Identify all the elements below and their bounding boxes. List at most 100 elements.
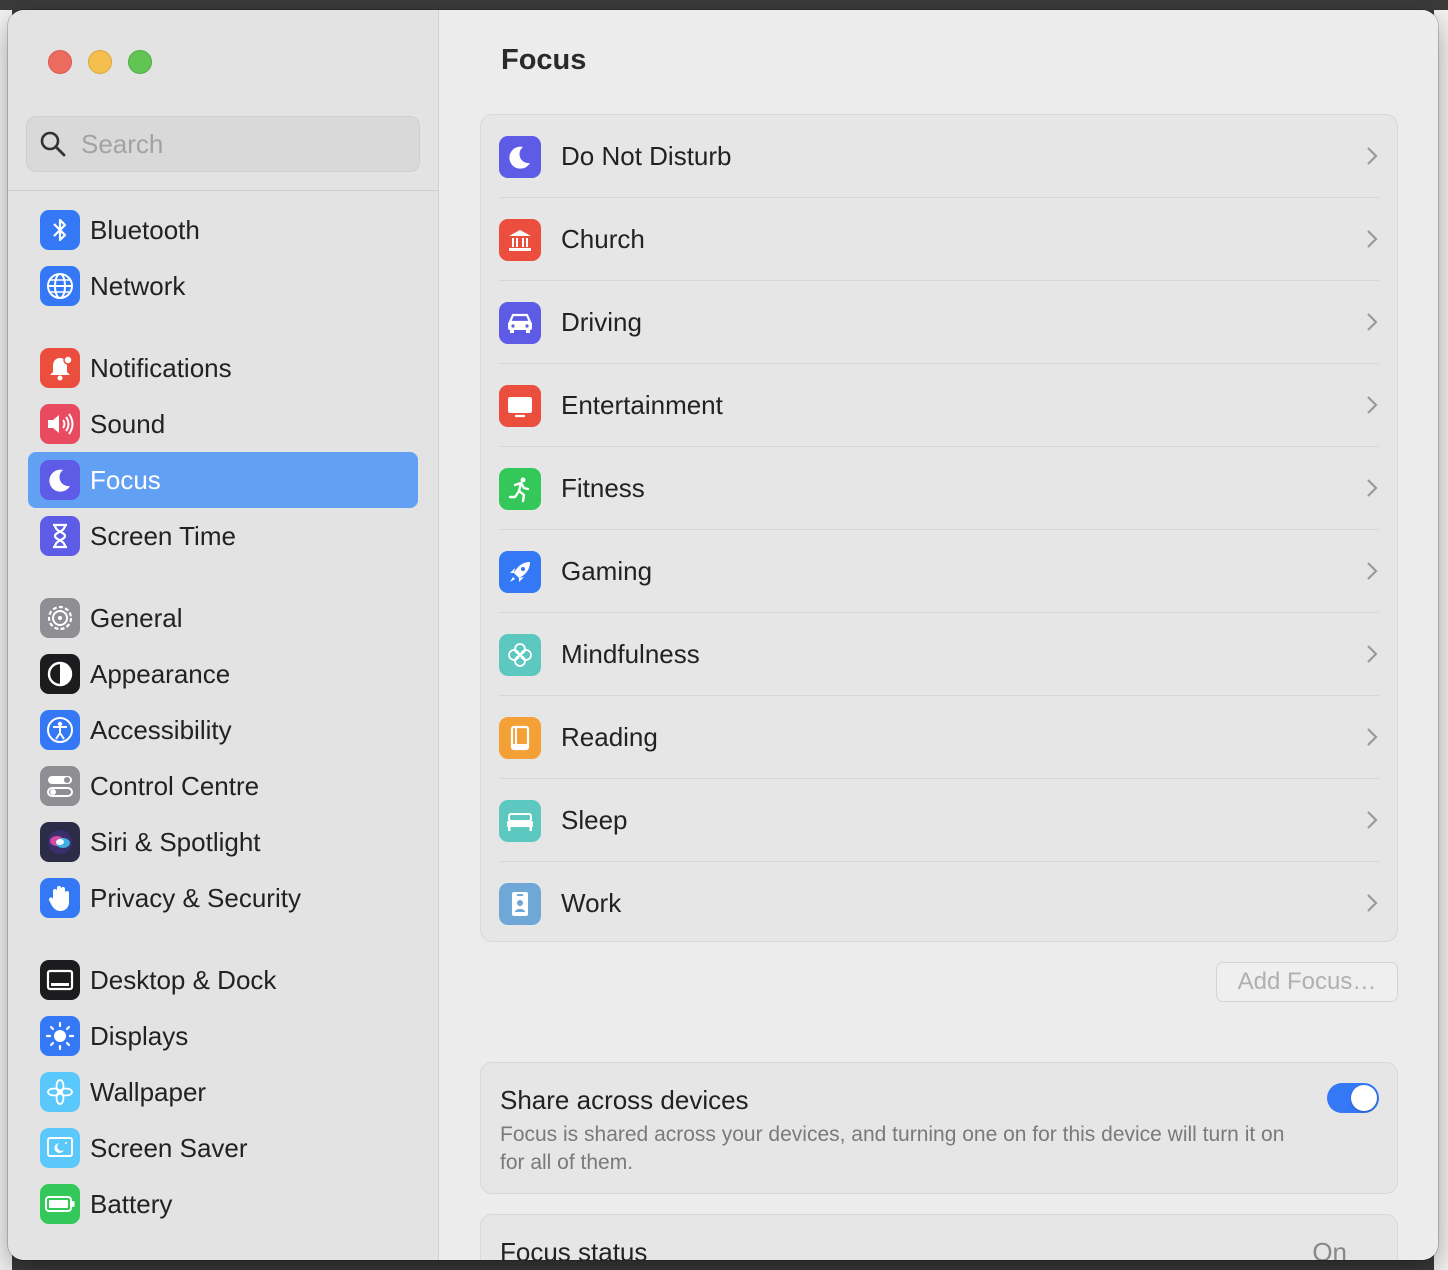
chevron-right-icon (1367, 894, 1378, 912)
building-columns-icon (499, 218, 541, 261)
focus-item-label: Fitness (561, 473, 645, 503)
focus-item-driving[interactable]: Driving (499, 281, 1379, 364)
main-pane: Focus Do Not Disturb Church Driving Ente… (440, 10, 1438, 1260)
gear-icon (40, 598, 80, 638)
sidebar-item-desktop-dock[interactable]: Desktop & Dock (28, 952, 418, 1008)
accessibility-icon (40, 710, 80, 750)
focus-status-value: On (1312, 1237, 1347, 1260)
focus-item-entertainment[interactable]: Entertainment (499, 364, 1379, 447)
search-field[interactable] (26, 116, 420, 172)
sidebar-item-label: Accessibility (90, 714, 232, 745)
focus-item-do-not-disturb[interactable]: Do Not Disturb (499, 115, 1379, 198)
running-icon (499, 467, 541, 510)
sidebar-item-label: General (90, 602, 183, 633)
share-across-devices-card: Share across devices Focus is shared acr… (480, 1062, 1398, 1194)
focus-item-gaming[interactable]: Gaming (499, 530, 1379, 613)
sidebar-item-privacy-security[interactable]: Privacy & Security (28, 870, 418, 926)
sidebar-item-label: Desktop & Dock (90, 964, 277, 995)
sidebar-item-label: Sound (90, 408, 166, 439)
appearance-icon (40, 654, 80, 694)
badge-icon (499, 882, 541, 925)
focus-item-label: Sleep (561, 805, 628, 835)
moon-icon (499, 135, 541, 178)
bluetooth-icon (40, 210, 80, 250)
sidebar-item-screen-saver[interactable]: Screen Saver (28, 1120, 418, 1176)
flower-icon (40, 1072, 80, 1112)
share-description: Focus is shared across your devices, and… (500, 1123, 1285, 1174)
focus-item-mindfulness[interactable]: Mindfulness (499, 613, 1379, 696)
rocket-icon (499, 550, 541, 593)
sidebar-item-notifications[interactable]: Notifications (28, 340, 418, 396)
speaker-icon (40, 404, 80, 444)
sidebar-item-appearance[interactable]: Appearance (28, 646, 418, 702)
dock-icon (40, 960, 80, 1000)
sidebar-item-screen-time[interactable]: Screen Time (28, 508, 418, 564)
settings-window: Bluetooth Network Notifications (8, 10, 1438, 1260)
add-focus-button[interactable]: Add Focus… (1216, 962, 1398, 1002)
sidebar-item-accessibility[interactable]: Accessibility (28, 702, 418, 758)
sidebar-item-displays[interactable]: Displays (28, 1008, 418, 1064)
page-title: Focus (501, 44, 587, 76)
focus-item-reading[interactable]: Reading (499, 696, 1379, 779)
minimize-button[interactable] (88, 50, 112, 74)
sidebar-item-sound[interactable]: Sound (28, 396, 418, 452)
chevron-right-icon (1367, 728, 1378, 746)
sidebar-item-network[interactable]: Network (28, 258, 418, 314)
sidebar-item-battery[interactable]: Battery (28, 1176, 418, 1232)
focus-item-sleep[interactable]: Sleep (499, 779, 1379, 862)
sidebar-item-bluetooth[interactable]: Bluetooth (28, 202, 418, 258)
focus-status-title: Focus status (500, 1237, 648, 1260)
focus-item-label: Church (561, 224, 645, 254)
flower-icon (499, 633, 541, 676)
chevron-right-icon (1367, 396, 1378, 414)
focus-item-label: Reading (561, 722, 658, 752)
screensaver-icon (40, 1128, 80, 1168)
sidebar-item-siri-spotlight[interactable]: Siri & Spotlight (28, 814, 418, 870)
sidebar-item-control-centre[interactable]: Control Centre (28, 758, 418, 814)
sidebar-item-label: Focus (90, 464, 161, 495)
focus-item-fitness[interactable]: Fitness (499, 447, 1379, 530)
sidebar-item-label: Screen Time (90, 520, 236, 551)
chevron-right-icon (1367, 147, 1378, 165)
close-button[interactable] (48, 50, 72, 74)
moon-icon (40, 460, 80, 500)
chevron-right-icon (1367, 479, 1378, 497)
sidebar-item-focus[interactable]: Focus (28, 452, 418, 508)
zoom-button[interactable] (128, 50, 152, 74)
focus-item-label: Driving (561, 307, 642, 337)
hourglass-icon (40, 516, 80, 556)
search-icon (40, 131, 66, 157)
sidebar-item-label: Appearance (90, 658, 231, 689)
siri-icon (40, 822, 80, 862)
focus-item-church[interactable]: Church (499, 198, 1379, 281)
sidebar-item-label: Wallpaper (90, 1076, 207, 1107)
focus-item-label: Gaming (561, 556, 653, 586)
share-title: Share across devices (500, 1085, 749, 1115)
focus-status-card[interactable]: Focus status On (480, 1214, 1398, 1260)
globe-icon (40, 266, 80, 306)
chevron-right-icon (1367, 562, 1378, 580)
sidebar-item-label: Siri & Spotlight (90, 826, 261, 857)
window-controls (48, 50, 152, 74)
focus-item-label: Entertainment (561, 390, 723, 420)
share-toggle[interactable] (1327, 1083, 1379, 1113)
search-input[interactable] (81, 128, 401, 160)
hand-icon (40, 878, 80, 918)
focus-list: Do Not Disturb Church Driving Entertainm… (480, 114, 1398, 942)
bell-icon (40, 348, 80, 388)
sidebar-item-wallpaper[interactable]: Wallpaper (28, 1064, 418, 1120)
sun-icon (40, 1016, 80, 1056)
battery-icon (40, 1184, 80, 1224)
chevron-right-icon (1367, 313, 1378, 331)
bed-icon (499, 799, 541, 842)
toggles-icon (40, 766, 80, 806)
sidebar-item-label: Notifications (90, 352, 232, 383)
sidebar-item-label: Network (90, 270, 186, 301)
focus-item-label: Mindfulness (561, 639, 700, 669)
chevron-right-icon (1367, 645, 1378, 663)
sidebar-item-general[interactable]: General (28, 590, 418, 646)
sidebar-item-label: Privacy & Security (90, 882, 301, 913)
background-window-strip (0, 0, 1448, 10)
focus-item-work[interactable]: Work (499, 862, 1379, 945)
tv-icon (499, 384, 541, 427)
